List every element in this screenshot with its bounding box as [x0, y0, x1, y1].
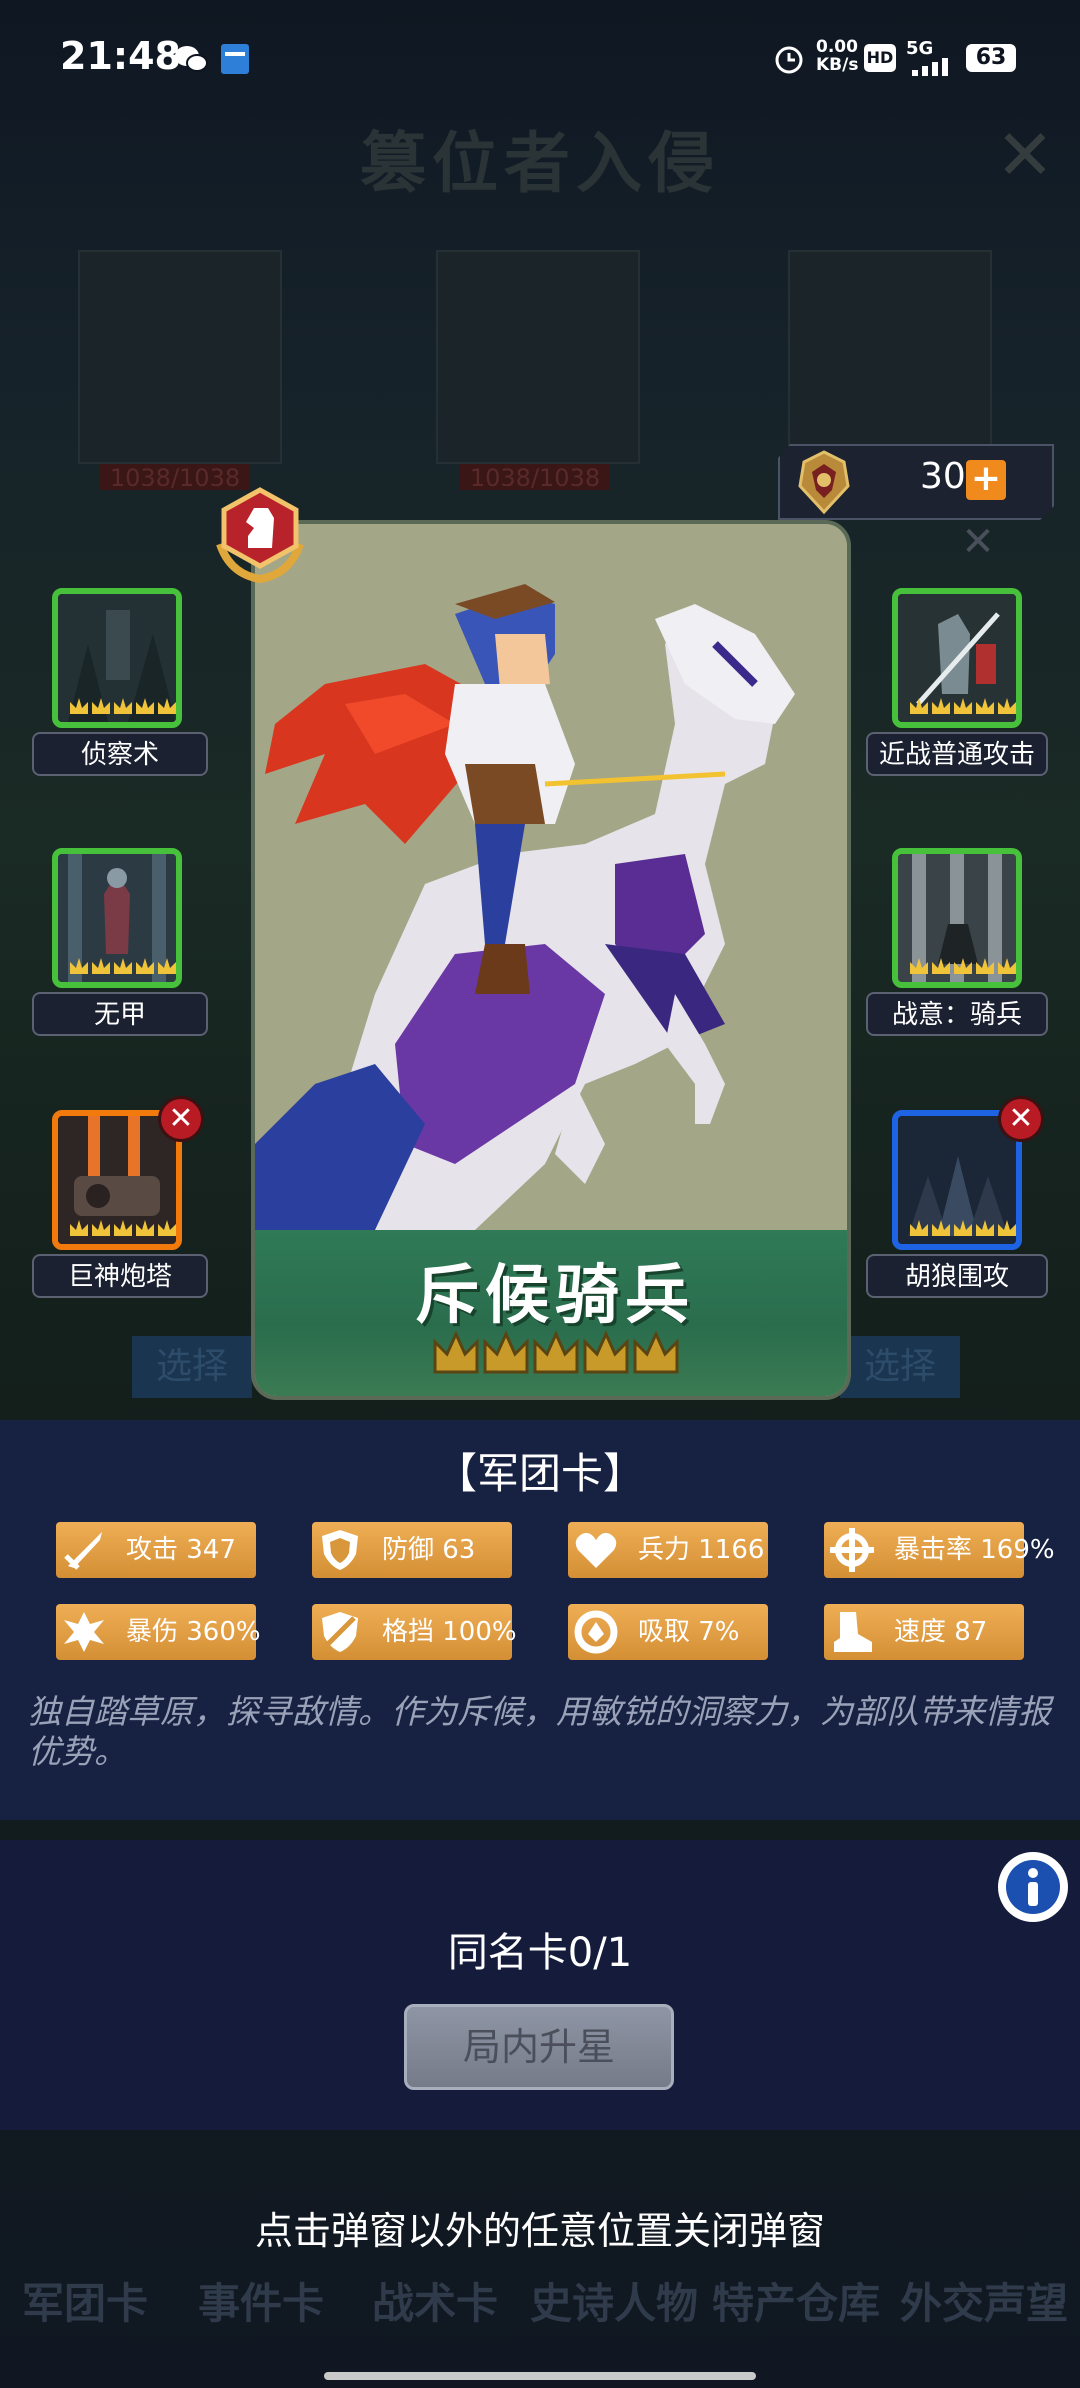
knight-rank-badge-icon	[216, 487, 304, 584]
skill-label: 战意：骑兵	[866, 992, 1048, 1036]
crown-rating	[70, 958, 176, 974]
wechat-icon	[175, 46, 208, 72]
status-bar: 21:48 0.00 KB/s HD 5G 63	[0, 0, 1080, 110]
stat-defense: 防御 63	[312, 1522, 512, 1578]
network-speed: 0.00 KB/s	[816, 37, 859, 75]
info-button[interactable]	[998, 1852, 1068, 1922]
skill-label: 侦察术	[32, 732, 208, 776]
background-close-icon: ✕	[995, 114, 1055, 196]
duplicate-card-count: 同名卡0/1	[447, 1930, 633, 1976]
background-title: 篡位者入侵	[360, 125, 720, 202]
stat-crit-rate: 暴击率 169%	[824, 1522, 1055, 1578]
add-currency-button[interactable]: +	[966, 460, 1006, 500]
unit-card: 斥候骑兵	[251, 520, 851, 1400]
battery-indicator: 63	[966, 44, 1016, 72]
stat-drain: 吸取 7%	[568, 1604, 768, 1660]
stat-speed: 速度 87	[824, 1604, 1024, 1660]
boot-icon	[834, 1612, 872, 1652]
burst-icon	[64, 1612, 104, 1652]
info-icon	[1000, 1854, 1066, 1920]
shield-icon	[322, 1530, 358, 1570]
crown-rating	[910, 958, 1016, 974]
stat-crit-damage: 暴伤 360%	[56, 1604, 261, 1660]
card-description: 独自踏草原，探寻敌情。作为斥候，用敏锐的洞察力，为部队带来情报优势。	[28, 1692, 1051, 1771]
crest-icon	[786, 446, 862, 518]
troop-hp: 1038/1038	[460, 464, 610, 492]
network-speed-value: 0.00	[816, 37, 858, 57]
signal-icon	[912, 58, 948, 76]
crosshair-icon	[830, 1528, 874, 1572]
stat-attack: 攻击 347	[56, 1522, 256, 1578]
stat-text: 兵力 1166	[638, 1535, 765, 1565]
skill-tile-battle-will[interactable]	[892, 848, 1022, 988]
card-type-label: 【军团卡】	[434, 1449, 645, 1498]
stat-text: 暴击率 169%	[894, 1535, 1055, 1565]
skill-label: 胡狼围攻	[866, 1254, 1048, 1298]
star-crowns	[433, 1330, 679, 1374]
drain-icon	[574, 1610, 618, 1654]
block-icon	[322, 1612, 358, 1652]
troop-formation	[78, 250, 282, 464]
heart-icon	[575, 1532, 617, 1568]
background-select-button: 选择	[132, 1336, 252, 1398]
troop-formation	[788, 250, 992, 464]
stat-text: 速度 87	[894, 1617, 988, 1647]
bottom-tab-legion[interactable]: 军团卡	[22, 2270, 148, 2331]
skill-tile-no-armor[interactable]	[52, 848, 182, 988]
skill-label: 巨神炮塔	[32, 1254, 208, 1298]
skill-tile-scout[interactable]	[52, 588, 182, 728]
bottom-tab-diplomacy[interactable]: 外交声望	[900, 2270, 1068, 2331]
sword-icon	[64, 1532, 102, 1570]
crown-rating	[70, 698, 176, 714]
bottom-tab-event[interactable]: 事件卡	[198, 2270, 324, 2331]
remove-skill-button[interactable]: ✕	[998, 1096, 1044, 1142]
skill-label: 近战普通攻击	[866, 732, 1048, 776]
stat-text: 格挡 100%	[382, 1617, 517, 1647]
bottom-tab-warehouse[interactable]: 特产仓库	[712, 2270, 880, 2331]
hd-badge: HD	[864, 44, 896, 72]
home-indicator[interactable]	[324, 2372, 756, 2380]
upgrade-star-button[interactable]: 局内升星	[404, 2004, 674, 2090]
stat-troops: 兵力 1166	[568, 1522, 768, 1578]
app-icon	[221, 44, 249, 74]
stat-block: 格挡 100%	[312, 1604, 517, 1660]
stat-text: 攻击 347	[126, 1535, 236, 1565]
bottom-tab-tactic[interactable]: 战术卡	[372, 2270, 498, 2331]
troop-formation	[436, 250, 640, 464]
bottom-tab-epic[interactable]: 史诗人物	[530, 2270, 698, 2331]
skill-tile-melee-attack[interactable]	[892, 588, 1022, 728]
cavalry-scout-artwork	[255, 524, 847, 1230]
clock: 21:48	[60, 34, 181, 78]
remove-skill-button[interactable]: ✕	[158, 1096, 204, 1142]
stat-text: 防御 63	[382, 1535, 476, 1565]
currency-amount: 30	[920, 456, 966, 497]
currency-counter: 30 +	[778, 444, 1054, 520]
skill-label: 无甲	[32, 992, 208, 1036]
card-name: 斥候骑兵	[415, 1259, 695, 1333]
crown-rating	[910, 698, 1016, 714]
stat-text: 暴伤 360%	[126, 1617, 261, 1647]
stat-text: 吸取 7%	[638, 1617, 740, 1647]
background-close-icon: ✕	[961, 519, 995, 565]
background-select-button: 选择	[840, 1336, 960, 1398]
close-hint: 点击弹窗以外的任意位置关闭弹窗	[254, 2209, 825, 2253]
crown-rating	[70, 1220, 176, 1236]
network-speed-unit: KB/s	[816, 55, 859, 75]
alarm-icon	[775, 46, 803, 74]
crown-rating	[910, 1220, 1016, 1236]
